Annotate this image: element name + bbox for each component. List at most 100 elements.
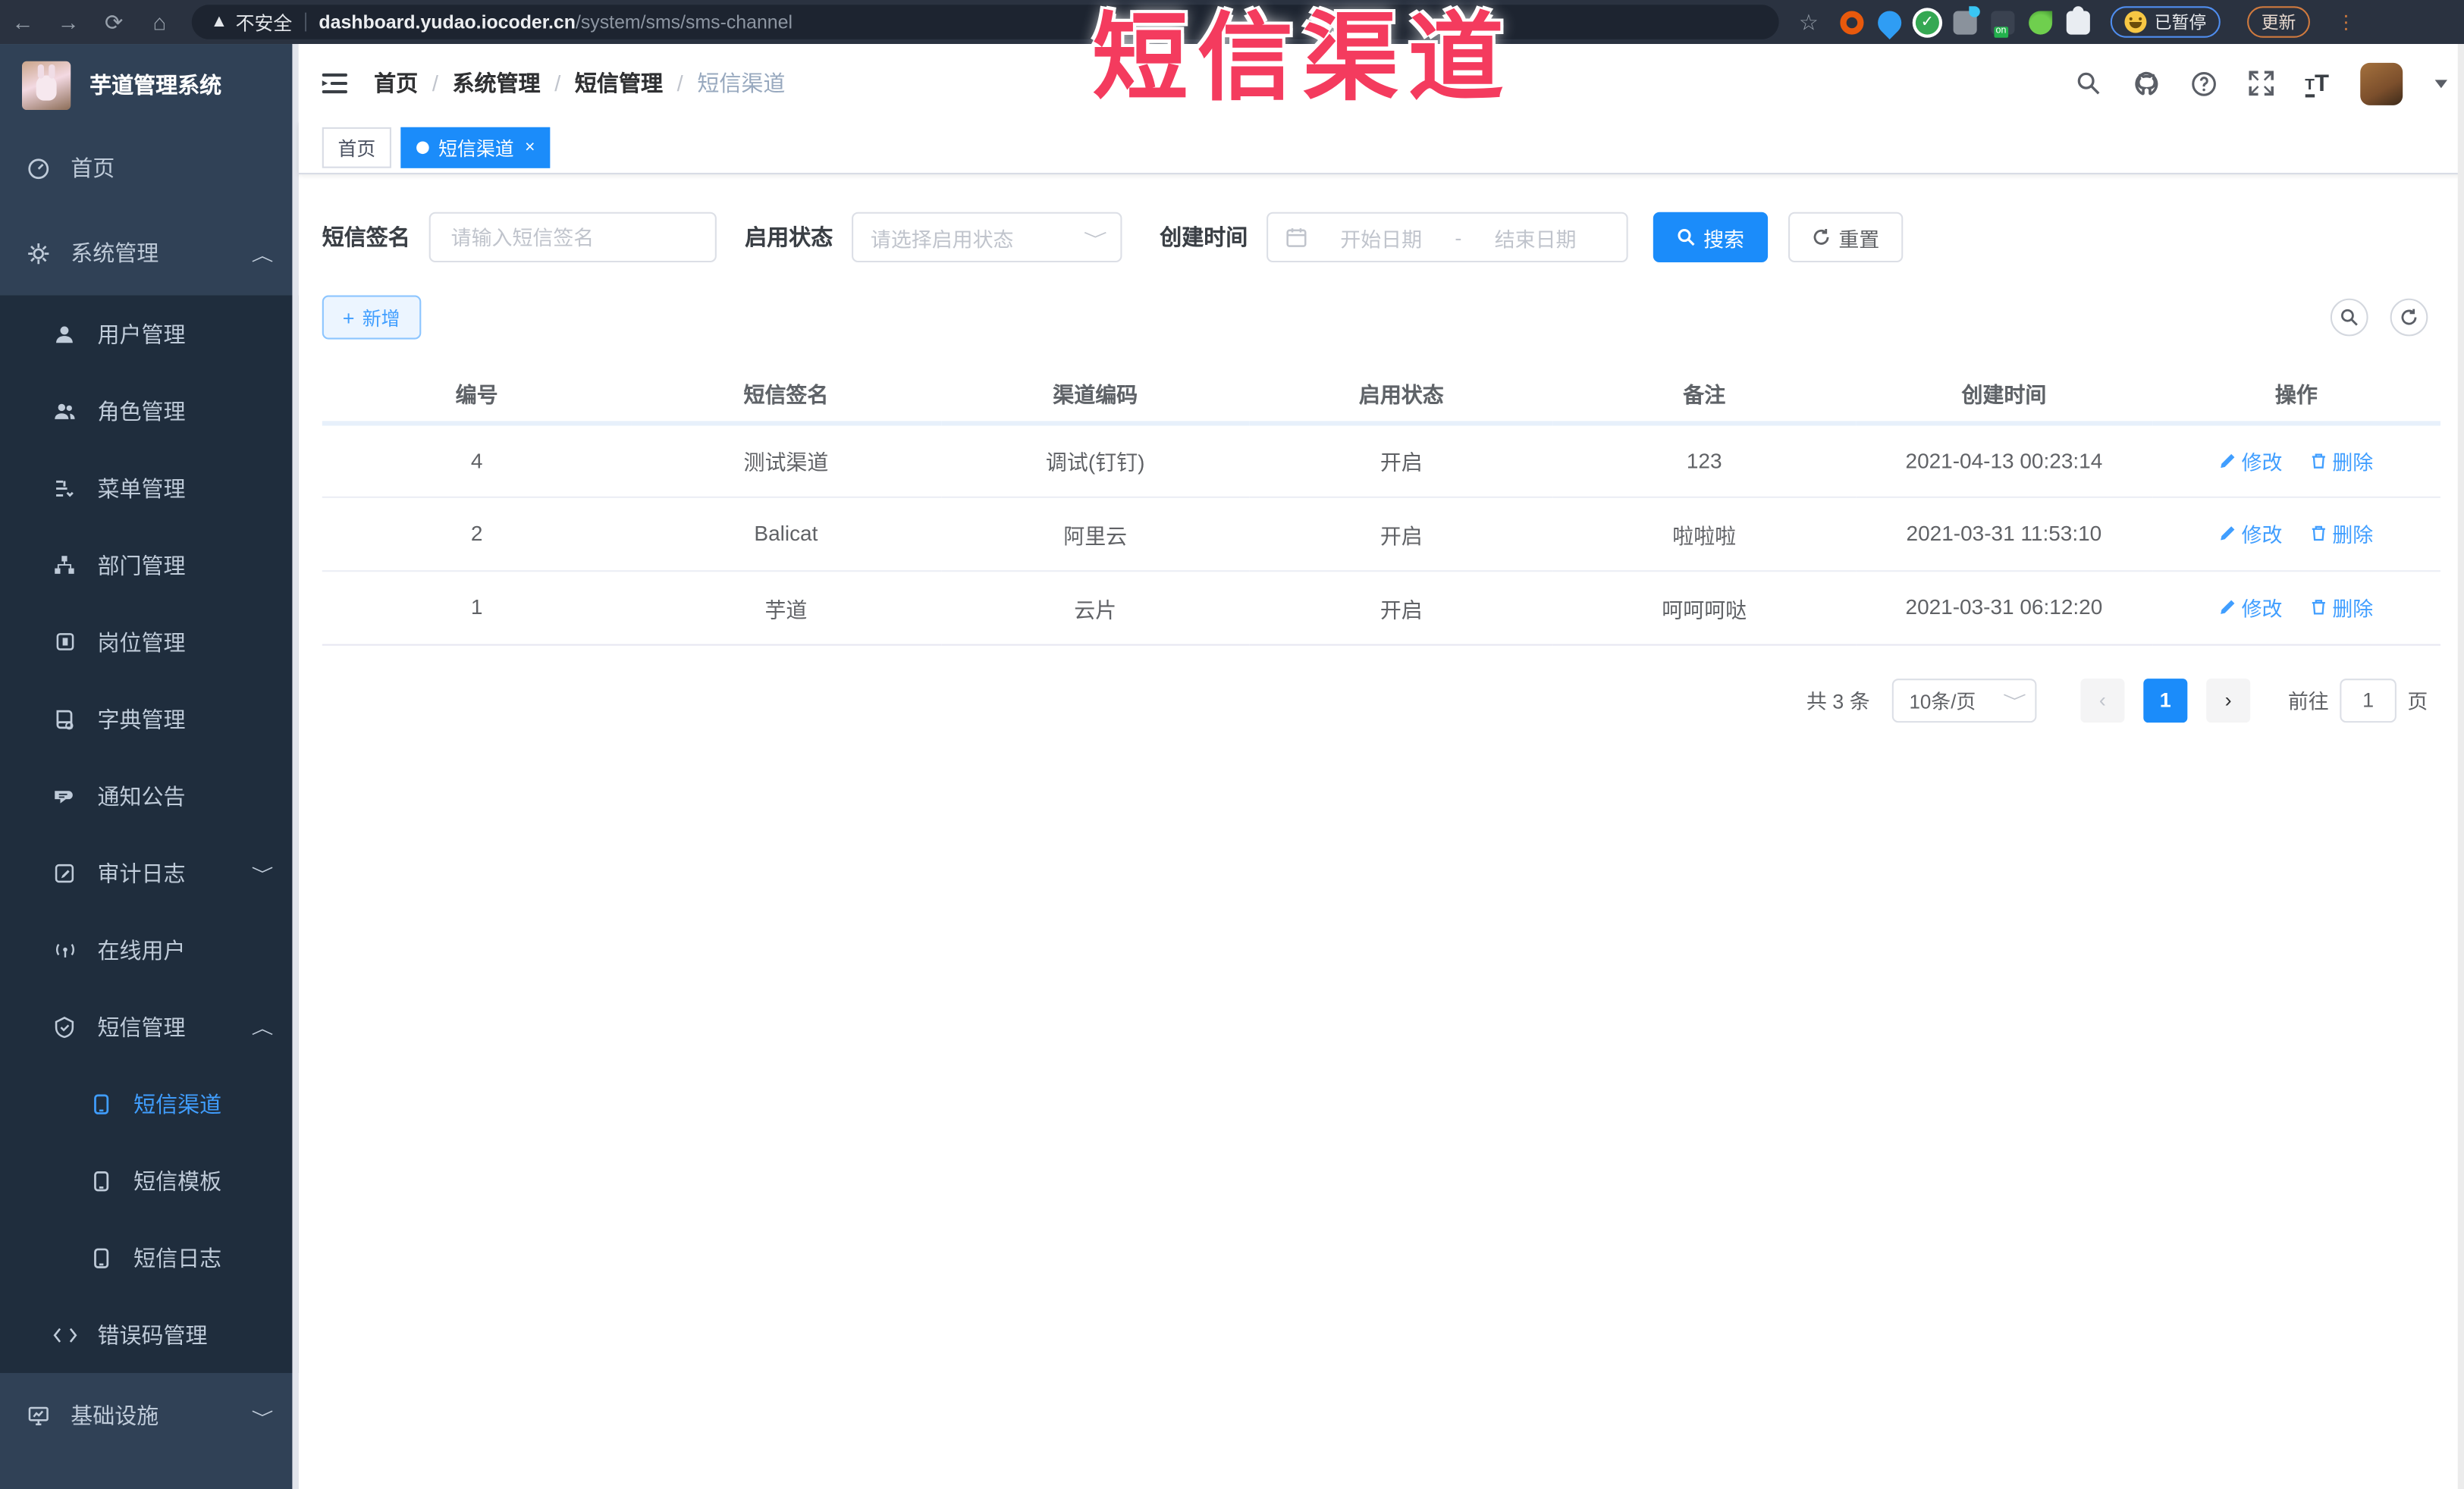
fullscreen-icon[interactable] xyxy=(2249,71,2274,96)
back-icon[interactable]: ← xyxy=(0,9,46,34)
sidebar-item-home[interactable]: 首页 xyxy=(0,126,299,211)
caret-down-icon[interactable]: ▼ xyxy=(2431,75,2452,91)
font-size-icon[interactable]: TT xyxy=(2305,70,2329,97)
next-page-button[interactable]: › xyxy=(2206,678,2251,723)
ext-gray-drop-icon[interactable] xyxy=(1953,5,1980,34)
browser-toolbar: ← → ⟳ ⌂ ▲ 不安全 dashboard.yudao.iocoder.cn… xyxy=(0,0,2464,45)
start-date-placeholder[interactable]: 开始日期 xyxy=(1340,222,1422,252)
ext-dark-on-icon[interactable]: on xyxy=(1991,10,2015,37)
delete-link[interactable]: 删除 xyxy=(2310,519,2373,548)
add-button[interactable]: + 新增 xyxy=(322,295,421,340)
page-scrollbar[interactable] xyxy=(2457,44,2464,1489)
tag-home[interactable]: 首页 xyxy=(322,127,391,168)
edit-icon xyxy=(2220,452,2237,469)
sidebar-item-sms-management[interactable]: 短信管理 ︿ xyxy=(0,988,299,1065)
page-unit-label: 页 xyxy=(2407,689,2428,713)
table-toolbar: + 新增 xyxy=(322,295,2440,340)
sidebar-item-system[interactable]: 系统管理 ︿ xyxy=(0,211,299,296)
profile-paused-badge[interactable]: 已暂停 xyxy=(2110,6,2221,38)
chrome-update-button[interactable]: 更新 xyxy=(2247,6,2310,38)
help-icon[interactable] xyxy=(2190,70,2217,96)
phone-icon xyxy=(88,1246,113,1268)
close-tag-icon[interactable]: × xyxy=(525,138,535,157)
search-icon[interactable] xyxy=(2076,71,2101,96)
sign-input[interactable] xyxy=(447,224,698,251)
collapse-sidebar-icon[interactable] xyxy=(321,71,349,96)
dashboard-icon xyxy=(25,156,50,180)
sidebar-item-dictionary[interactable]: 字典管理 xyxy=(0,680,299,757)
status-select[interactable]: 请选择启用状态 ﹀ xyxy=(852,212,1122,263)
sidebar-item-sms-template[interactable]: 短信模板 xyxy=(0,1142,299,1219)
reset-button[interactable]: 重置 xyxy=(1788,212,1904,263)
end-date-placeholder[interactable]: 结束日期 xyxy=(1495,222,1577,252)
delete-icon xyxy=(2310,525,2327,542)
sidebar-item-menus[interactable]: 菜单管理 xyxy=(0,450,299,527)
edit-link[interactable]: 修改 xyxy=(2220,445,2283,475)
ext-orange-ring-icon[interactable] xyxy=(1840,10,1864,34)
sidebar-item-roles[interactable]: 角色管理 xyxy=(0,372,299,450)
bookmark-star-icon[interactable]: ☆ xyxy=(1791,8,1826,35)
date-range-picker[interactable]: 开始日期 - 结束日期 xyxy=(1267,212,1628,263)
total-count: 共 3 条 xyxy=(1806,689,1870,713)
sidebar-item-infrastructure[interactable]: 基础设施 ﹀ xyxy=(0,1373,299,1458)
sidebar-item-audit-log[interactable]: 审计日志 ﹀ xyxy=(0,834,299,911)
paused-label: 已暂停 xyxy=(2154,14,2207,33)
menu-list-icon xyxy=(52,477,77,499)
header-remark: 备注 xyxy=(1552,364,1856,425)
edit-link[interactable]: 修改 xyxy=(2220,592,2283,622)
goto-page-input[interactable] xyxy=(2340,678,2397,723)
ext-sprout-icon[interactable] xyxy=(2029,10,2053,34)
application-window: ← → ⟳ ⌂ ▲ 不安全 dashboard.yudao.iocoder.cn… xyxy=(0,0,2464,1489)
navbar-actions: TT ▼ xyxy=(2076,44,2452,123)
browser-menu-icon[interactable]: ⋮ xyxy=(2337,11,2356,33)
header-code: 渠道编码 xyxy=(940,364,1251,425)
sidebar-item-sms-log[interactable]: 短信日志 xyxy=(0,1219,299,1296)
sidebar-item-online-users[interactable]: 在线用户 xyxy=(0,911,299,989)
breadcrumb-system[interactable]: 系统管理 xyxy=(453,67,541,99)
chevron-up-icon: ︿ xyxy=(251,247,274,265)
ext-green-check-icon[interactable]: ✓ xyxy=(1915,10,1939,34)
sidebar-item-users[interactable]: 用户管理 xyxy=(0,296,299,373)
sidebar-item-notice[interactable]: 通知公告 xyxy=(0,757,299,835)
delete-link[interactable]: 删除 xyxy=(2310,592,2373,622)
table-row: 2 Balicat 阿里云 开启 啦啦啦 2021-03-31 11:53:10… xyxy=(322,496,2440,572)
home-icon[interactable]: ⌂ xyxy=(137,9,182,34)
toggle-search-button[interactable] xyxy=(2330,298,2368,337)
app-logo-rabbit-image xyxy=(22,60,71,110)
sms-channel-table: 编号 短信签名 渠道编码 启用状态 备注 创建时间 操作 4 测试渠道 调试(钉… xyxy=(322,364,2440,645)
ext-blue-pin-icon[interactable] xyxy=(1872,5,1907,39)
book-icon xyxy=(52,707,77,729)
sidebar-scrollbar[interactable] xyxy=(292,44,299,1489)
profile-emoji-icon xyxy=(2124,11,2147,33)
page-size-select[interactable]: 10条/页 ﹀ xyxy=(1891,678,2037,723)
bullhorn-icon xyxy=(52,785,77,807)
edit-link[interactable]: 修改 xyxy=(2220,519,2283,548)
sign-input-wrap xyxy=(428,212,717,263)
reload-icon[interactable]: ⟳ xyxy=(91,8,137,35)
page-1-button[interactable]: 1 xyxy=(2143,678,2188,723)
system-submenu: 用户管理 角色管理 菜单管理 部门管理 岗位管理 字典管理 通知公告 审计日志 … xyxy=(0,295,299,1373)
edit-icon xyxy=(2220,598,2237,616)
sms-shield-icon xyxy=(52,1015,77,1038)
ext-puzzle-icon[interactable] xyxy=(2066,5,2090,34)
refresh-table-button[interactable] xyxy=(2390,298,2428,337)
prev-page-button[interactable]: ‹ xyxy=(2080,678,2125,723)
user-avatar[interactable] xyxy=(2360,61,2403,105)
filter-form: 短信签名 启用状态 请选择启用状态 ﹀ 创建时间 开始日期 - 结束日期 xyxy=(322,212,2440,263)
breadcrumb-sms[interactable]: 短信管理 xyxy=(575,67,663,99)
app-logo-row[interactable]: 芋道管理系统 xyxy=(0,44,299,126)
breadcrumb-separator: / xyxy=(554,71,561,96)
delete-link[interactable]: 删除 xyxy=(2310,445,2373,475)
goto-label: 前往 xyxy=(2287,689,2329,713)
search-button[interactable]: 搜索 xyxy=(1653,212,1769,263)
sidebar-item-posts[interactable]: 岗位管理 xyxy=(0,603,299,681)
github-icon[interactable] xyxy=(2132,70,2158,96)
breadcrumb-home[interactable]: 首页 xyxy=(374,67,418,99)
sidebar-item-sms-channel[interactable]: 短信渠道 xyxy=(0,1065,299,1143)
tag-sms-channel[interactable]: 短信渠道 × xyxy=(400,127,551,168)
address-bar[interactable]: ▲ 不安全 dashboard.yudao.iocoder.cn /system… xyxy=(191,5,1779,39)
sidebar-item-departments[interactable]: 部门管理 xyxy=(0,526,299,603)
forward-icon[interactable]: → xyxy=(46,9,91,34)
sidebar-item-error-code[interactable]: 错误码管理 xyxy=(0,1296,299,1373)
online-icon xyxy=(52,939,77,960)
